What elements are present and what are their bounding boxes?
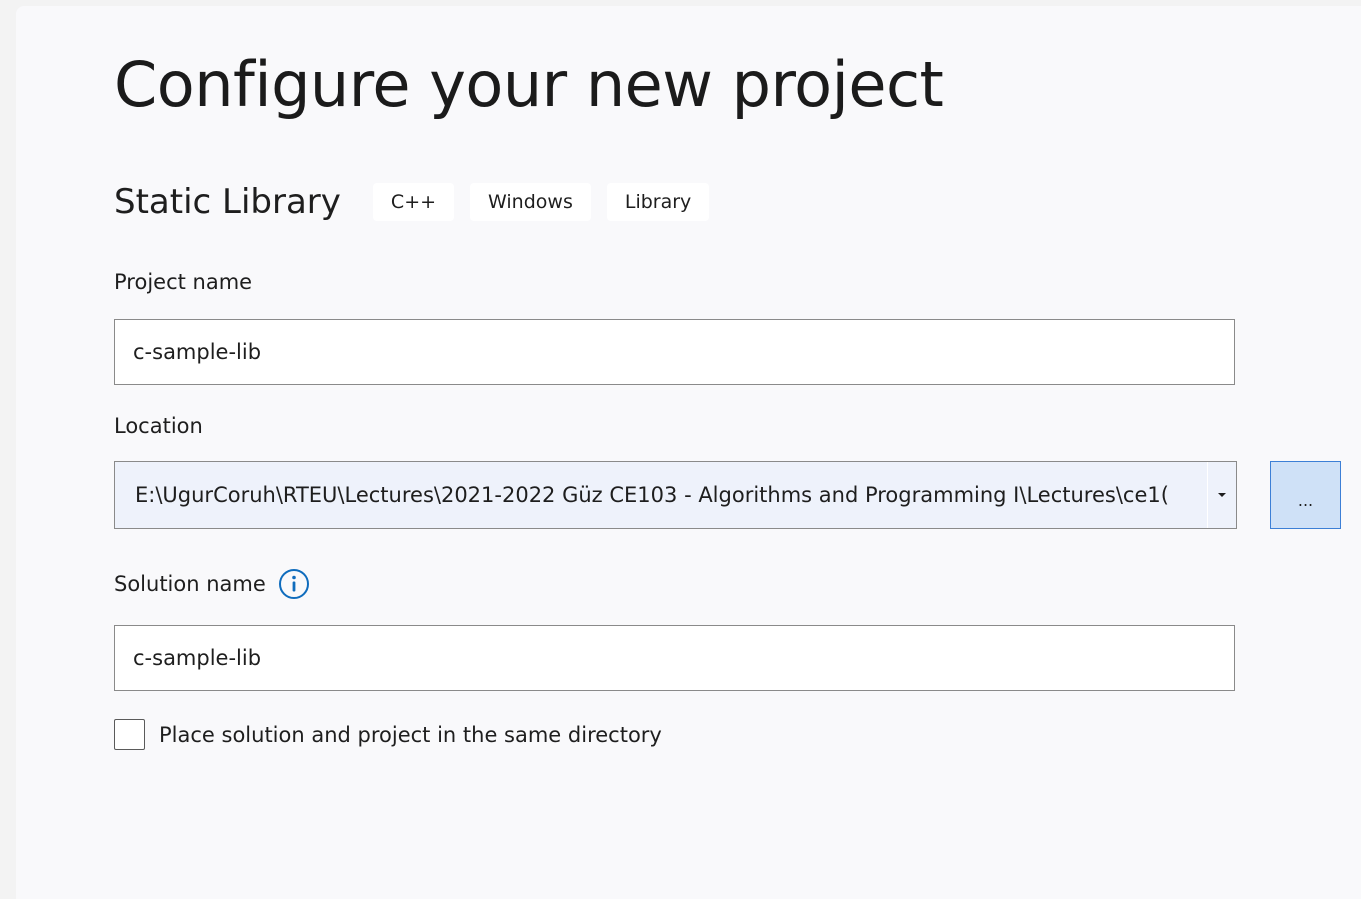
location-label: Location — [114, 414, 203, 438]
location-combobox[interactable]: E:\UgurCoruh\RTEU\Lectures\2021-2022 Güz… — [114, 461, 1237, 529]
dialog-panel — [16, 6, 1361, 899]
template-info: Static Library C++ Windows Library — [114, 180, 725, 224]
location-input[interactable]: E:\UgurCoruh\RTEU\Lectures\2021-2022 Güz… — [115, 483, 1207, 507]
page-title: Configure your new project — [114, 48, 944, 121]
location-dropdown-button[interactable] — [1207, 462, 1236, 528]
tag-project-type: Library — [606, 183, 710, 221]
tag-language: C++ — [372, 183, 455, 221]
project-name-input[interactable]: c-sample-lib — [114, 319, 1235, 385]
solution-name-label: Solution name — [114, 572, 266, 596]
project-name-label: Project name — [114, 270, 253, 294]
tag-platform: Windows — [470, 183, 591, 221]
browse-location-button[interactable]: ... — [1270, 461, 1341, 529]
template-name: Static Library — [114, 182, 341, 222]
solution-name-input[interactable]: c-sample-lib — [114, 625, 1235, 691]
same-directory-checkbox[interactable] — [114, 719, 145, 750]
chevron-down-icon — [1218, 493, 1226, 497]
same-directory-option[interactable]: Place solution and project in the same d… — [114, 719, 662, 750]
same-directory-label[interactable]: Place solution and project in the same d… — [159, 723, 662, 747]
info-icon[interactable] — [278, 568, 310, 600]
solution-name-label-row: Solution name — [114, 568, 310, 600]
